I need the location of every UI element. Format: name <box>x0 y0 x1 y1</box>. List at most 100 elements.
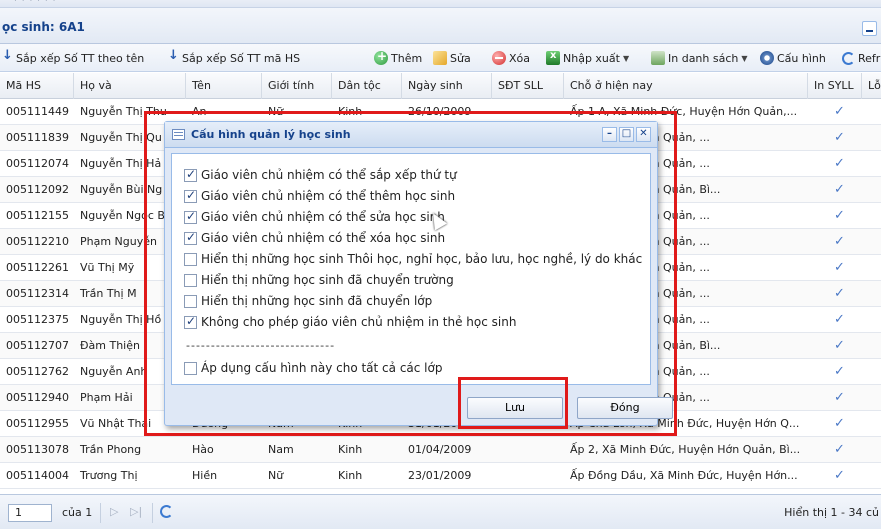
checkbox[interactable] <box>184 230 197 245</box>
edit-button[interactable]: Sửa <box>433 50 471 66</box>
cell-code: 005112210 <box>6 235 69 248</box>
print-syll-check-icon[interactable]: ✓ <box>828 333 858 359</box>
cell-code: 005112261 <box>6 261 69 274</box>
column-header-address[interactable]: Chỗ ở hiện nay <box>564 73 808 99</box>
import-export-label: Nhập xuất <box>563 51 620 65</box>
print-syll-check-icon[interactable]: ✓ <box>828 281 858 307</box>
minimize-icon[interactable]: – <box>602 127 617 142</box>
sort-by-code-label: Sắp xếp Số TT mã HS <box>182 51 301 65</box>
column-header-extra[interactable]: Lỗ <box>862 73 881 99</box>
grid-header: Mã HS Họ và Tên Giới tính Dân tộc Ngày s… <box>0 73 881 99</box>
column-header-code[interactable]: Mã HS <box>0 73 74 99</box>
delete-icon <box>492 51 506 65</box>
config-option[interactable]: Giáo viên chủ nhiệm có thể sắp xếp thứ t… <box>184 166 457 184</box>
config-option[interactable]: Không cho phép giáo viên chủ nhiệm in th… <box>184 313 516 331</box>
cell-code: 005112707 <box>6 339 69 352</box>
column-header-gender[interactable]: Giới tính <box>262 73 332 99</box>
sort-by-name-button[interactable]: Sắp xếp Số TT theo tên <box>2 48 145 66</box>
cell-surname: Trương Thị <box>80 469 138 482</box>
cell-code: 005111449 <box>6 105 69 118</box>
print-syll-check-icon[interactable]: ✓ <box>828 203 858 229</box>
print-syll-check-icon[interactable]: ✓ <box>828 151 858 177</box>
checkbox[interactable] <box>184 273 197 287</box>
column-header-dob[interactable]: Ngày sinh <box>402 73 492 99</box>
config-option[interactable]: Giáo viên chủ nhiệm có thể sửa học sinh <box>184 208 445 226</box>
delete-button[interactable]: Xóa <box>492 50 530 66</box>
add-icon <box>374 49 388 65</box>
print-syll-check-icon[interactable]: ✓ <box>828 307 858 333</box>
print-syll-check-icon[interactable]: ✓ <box>828 437 858 463</box>
print-syll-check-icon[interactable]: ✓ <box>828 177 858 203</box>
next-page-icon[interactable]: ▷ <box>110 505 118 518</box>
checkbox[interactable] <box>184 188 197 203</box>
cell-code: 005112375 <box>6 313 69 326</box>
refresh-button[interactable]: Refr <box>842 50 880 66</box>
table-row[interactable]: 005113078 Trần Phong Hào Nam Kinh 01/04/2009 Ấ… <box>0 437 881 463</box>
dialog-body: ------------------------------ Áp dụng c… <box>171 153 651 385</box>
print-syll-check-icon[interactable]: ✓ <box>828 99 858 125</box>
checkbox[interactable] <box>184 209 197 224</box>
config-option-label: Giáo viên chủ nhiệm có thể xóa học sinh <box>201 231 446 245</box>
maximize-icon[interactable]: □ <box>619 127 634 142</box>
option-apply-all[interactable]: Áp dụng cấu hình này cho tất cả các lớp <box>184 359 442 377</box>
config-option[interactable]: Hiển thị những học sinh đã chuyển trường <box>184 271 454 289</box>
pager-refresh-icon[interactable] <box>160 505 173 518</box>
dialog-tools: – □ ✕ <box>602 127 651 142</box>
config-option[interactable]: Giáo viên chủ nhiệm có thể xóa học sinh <box>184 229 445 247</box>
column-header-print-syll[interactable]: In SYLL <box>808 73 862 99</box>
print-list-button[interactable]: In danh sách ▼ <box>651 50 748 66</box>
config-option-label: Hiển thị những học sinh đã chuyển trường <box>201 273 454 287</box>
checkbox[interactable] <box>184 167 197 182</box>
print-syll-check-icon[interactable]: ✓ <box>828 359 858 385</box>
checkbox[interactable] <box>184 252 197 266</box>
chevron-down-icon: ▼ <box>622 53 630 63</box>
table-row[interactable]: 005114004 Trương Thị Hiền Nữ Kinh 23/01/2009 Ấ… <box>0 463 881 489</box>
column-header-surname[interactable]: Họ và <box>74 73 186 99</box>
minimize-button[interactable] <box>862 21 877 36</box>
cell-name: Hiền <box>192 469 218 482</box>
cell-code: 005112314 <box>6 287 69 300</box>
print-icon <box>651 51 665 65</box>
cell-dob: 23/01/2009 <box>408 469 472 482</box>
print-syll-check-icon[interactable]: ✓ <box>828 125 858 151</box>
config-option[interactable]: Hiển thị những học sinh đã chuyển lớp <box>184 292 432 310</box>
config-option[interactable]: Giáo viên chủ nhiệm có thể thêm học sinh <box>184 187 455 205</box>
column-header-name[interactable]: Tên <box>186 73 262 99</box>
add-button[interactable]: Thêm <box>374 49 422 66</box>
print-syll-check-icon[interactable]: ✓ <box>828 463 858 489</box>
config-button[interactable]: Cấu hình <box>760 50 826 66</box>
window-titlebar: · · · · · · ọc sinh: 6A1 <box>0 0 881 44</box>
last-page-icon[interactable]: ▷| <box>130 505 142 518</box>
sort-by-code-button[interactable]: Sắp xếp Số TT mã HS <box>168 48 301 66</box>
sort-by-name-label: Sắp xếp Số TT theo tên <box>16 51 145 65</box>
import-export-button[interactable]: Nhập xuất▼ <box>546 50 629 66</box>
checkbox[interactable] <box>184 361 197 375</box>
print-syll-check-icon[interactable]: ✓ <box>828 255 858 281</box>
print-syll-check-icon[interactable]: ✓ <box>828 411 858 437</box>
save-highlight-frame <box>458 377 568 429</box>
cell-gender: Nữ <box>268 469 284 482</box>
column-header-ethnic[interactable]: Dân tộc <box>332 73 402 99</box>
page-input[interactable]: 1 <box>8 504 52 522</box>
cell-dob: 01/04/2009 <box>408 443 472 456</box>
cell-name: Hào <box>192 443 214 456</box>
dialog-footer: Lưu Đóng <box>165 389 673 425</box>
close-icon[interactable]: ✕ <box>636 127 651 142</box>
config-label: Cấu hình <box>777 51 826 65</box>
config-option[interactable]: Hiển thị những học sinh Thôi học, nghỉ h… <box>184 250 642 268</box>
close-button[interactable]: Đóng <box>577 397 673 419</box>
cell-code: 005112762 <box>6 365 69 378</box>
checkbox[interactable] <box>184 294 197 308</box>
column-header-phone[interactable]: SĐT SLL <box>492 73 564 99</box>
cell-code: 005112940 <box>6 391 69 404</box>
cell-surname: Trần Phong <box>80 443 142 456</box>
chevron-down-icon: ▼ <box>741 53 748 63</box>
dialog-header: Cấu hình quản lý học sinh – □ ✕ <box>165 122 657 148</box>
config-option-label: Giáo viên chủ nhiệm có thể sửa học sinh <box>201 210 445 224</box>
refresh-icon <box>842 51 855 65</box>
edit-label: Sửa <box>450 51 471 65</box>
print-syll-check-icon[interactable]: ✓ <box>828 229 858 255</box>
cell-address: Ấp 2, Xã Minh Đức, Huyện Hớn Quản, Bì... <box>570 443 801 456</box>
print-syll-check-icon[interactable]: ✓ <box>828 385 858 411</box>
checkbox[interactable] <box>184 314 197 329</box>
